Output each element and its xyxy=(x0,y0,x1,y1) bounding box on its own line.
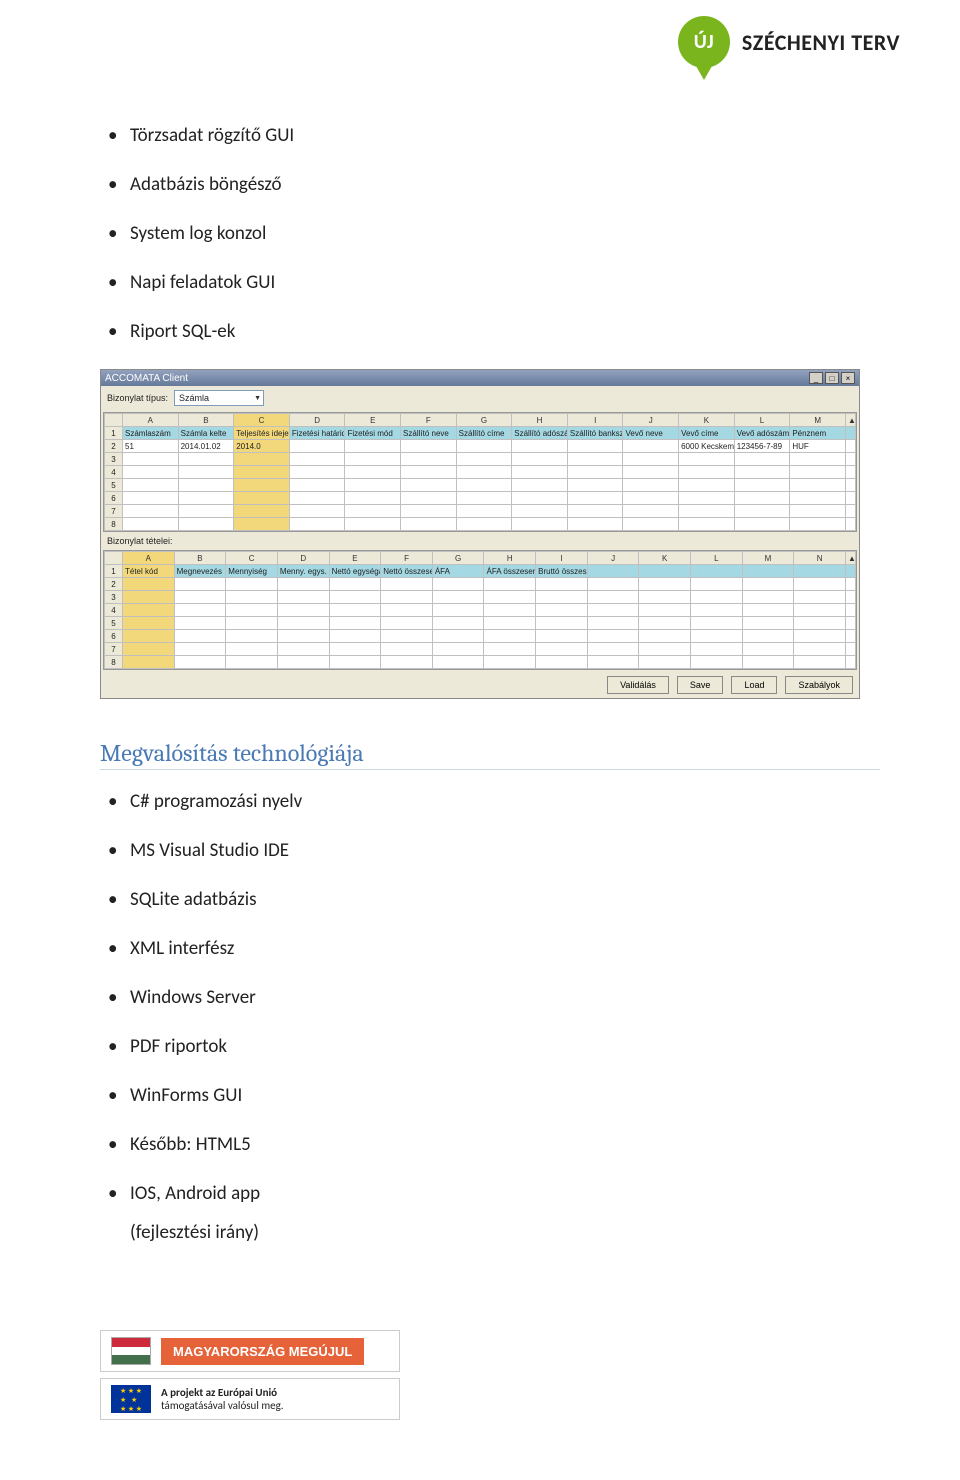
eu-line1: A projekt az Európai Unió xyxy=(161,1386,284,1399)
section-heading: Megvalósítás technológiája xyxy=(100,739,880,770)
list-item: Riport SQL-ek xyxy=(100,320,880,343)
logo-szechenyi: ÚJ SZÉCHENYI TERV xyxy=(678,16,900,68)
megjul-banner: MAGYARORSZÁG MEGÚJUL xyxy=(161,1338,364,1365)
app-screenshot: ACCOMATA Client _ □ × Bizonylat típus: S… xyxy=(100,369,860,699)
top-bullet-list: Törzsadat rögzítő GUI Adatbázis böngésző… xyxy=(100,124,880,343)
list-item: Később: HTML5 xyxy=(100,1133,880,1156)
grid2-label: Bizonylat tételei: xyxy=(101,534,859,548)
window-titlebar: ACCOMATA Client _ □ × xyxy=(101,370,859,386)
close-icon[interactable]: × xyxy=(841,372,855,384)
footer-banner: MAGYARORSZÁG MEGÚJUL ★ ★ ★★ ★★ ★ ★ A pro… xyxy=(100,1330,400,1420)
list-item: Napi feladatok GUI xyxy=(100,271,880,294)
list-item: C# programozási nyelv xyxy=(100,790,880,813)
validate-button[interactable]: Validálás xyxy=(607,676,669,694)
load-button[interactable]: Load xyxy=(731,676,777,694)
list-item: XML interfész xyxy=(100,937,880,960)
eu-flag-icon: ★ ★ ★★ ★★ ★ ★ xyxy=(111,1385,151,1413)
window-title: ACCOMATA Client xyxy=(105,373,188,384)
list-item: SQLite adatbázis xyxy=(100,888,880,911)
type-label: Bizonylat típus: xyxy=(107,393,168,403)
bottom-bullet-list: C# programozási nyelv MS Visual Studio I… xyxy=(100,790,880,1205)
list-item: MS Visual Studio IDE xyxy=(100,839,880,862)
grid-header[interactable]: ABCDEFGHIJKLM▲1SzámlaszámSzámla kelteTel… xyxy=(103,412,857,532)
grid-items[interactable]: ABCDEFGHIJKLMN▲1Tétel kódMegnevezésMenny… xyxy=(103,550,857,670)
logo-text: SZÉCHENYI TERV xyxy=(742,29,900,56)
list-item: Windows Server xyxy=(100,986,880,1009)
list-item: IOS, Android app xyxy=(100,1182,880,1205)
list-item: Törzsadat rögzítő GUI xyxy=(100,124,880,147)
list-item: PDF riportok xyxy=(100,1035,880,1058)
type-combo[interactable]: Számla xyxy=(174,390,264,406)
list-item: System log konzol xyxy=(100,222,880,245)
logo-badge: ÚJ xyxy=(678,16,730,68)
hungary-flag-icon xyxy=(111,1337,151,1365)
rules-button[interactable]: Szabályok xyxy=(785,676,853,694)
sub-note: (fejlesztési irány) xyxy=(100,1221,880,1244)
list-item: WinForms GUI xyxy=(100,1084,880,1107)
maximize-icon[interactable]: □ xyxy=(825,372,839,384)
list-item: Adatbázis böngésző xyxy=(100,173,880,196)
minimize-icon[interactable]: _ xyxy=(809,372,823,384)
eu-line2: támogatásával valósul meg. xyxy=(161,1399,284,1412)
save-button[interactable]: Save xyxy=(677,676,724,694)
